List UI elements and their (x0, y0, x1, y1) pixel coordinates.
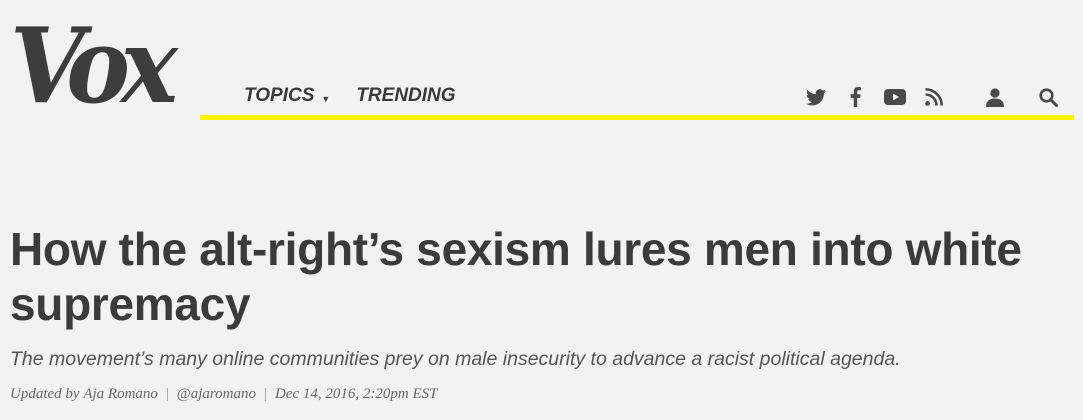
user-icon[interactable] (984, 85, 1006, 109)
article-headline: How the alt-right’s sexism lures men int… (10, 223, 1022, 330)
rss-icon[interactable] (923, 85, 945, 109)
site-header: Vox TOPICS ▼ TRENDING (0, 0, 1083, 130)
byline-separator: | (264, 386, 268, 402)
article-timestamp: Dec 14, 2016, 2:20pm EST (275, 386, 438, 402)
header-icons (0, 85, 1083, 109)
article-byline: Updated by Aja Romano | @ajaromano | Dec… (10, 384, 438, 404)
article-dek: The movement’s many online communities p… (10, 348, 901, 370)
byline-separator: | (165, 386, 169, 402)
facebook-icon[interactable] (844, 85, 866, 109)
twitter-icon[interactable] (805, 85, 827, 109)
author-link[interactable]: Aja Romano (83, 384, 158, 404)
search-icon[interactable] (1037, 85, 1059, 109)
author-twitter-handle[interactable]: @ajaromano (177, 384, 256, 404)
accent-bar (200, 115, 1074, 120)
youtube-icon[interactable] (884, 85, 906, 109)
byline-prefix: Updated by (10, 386, 80, 402)
